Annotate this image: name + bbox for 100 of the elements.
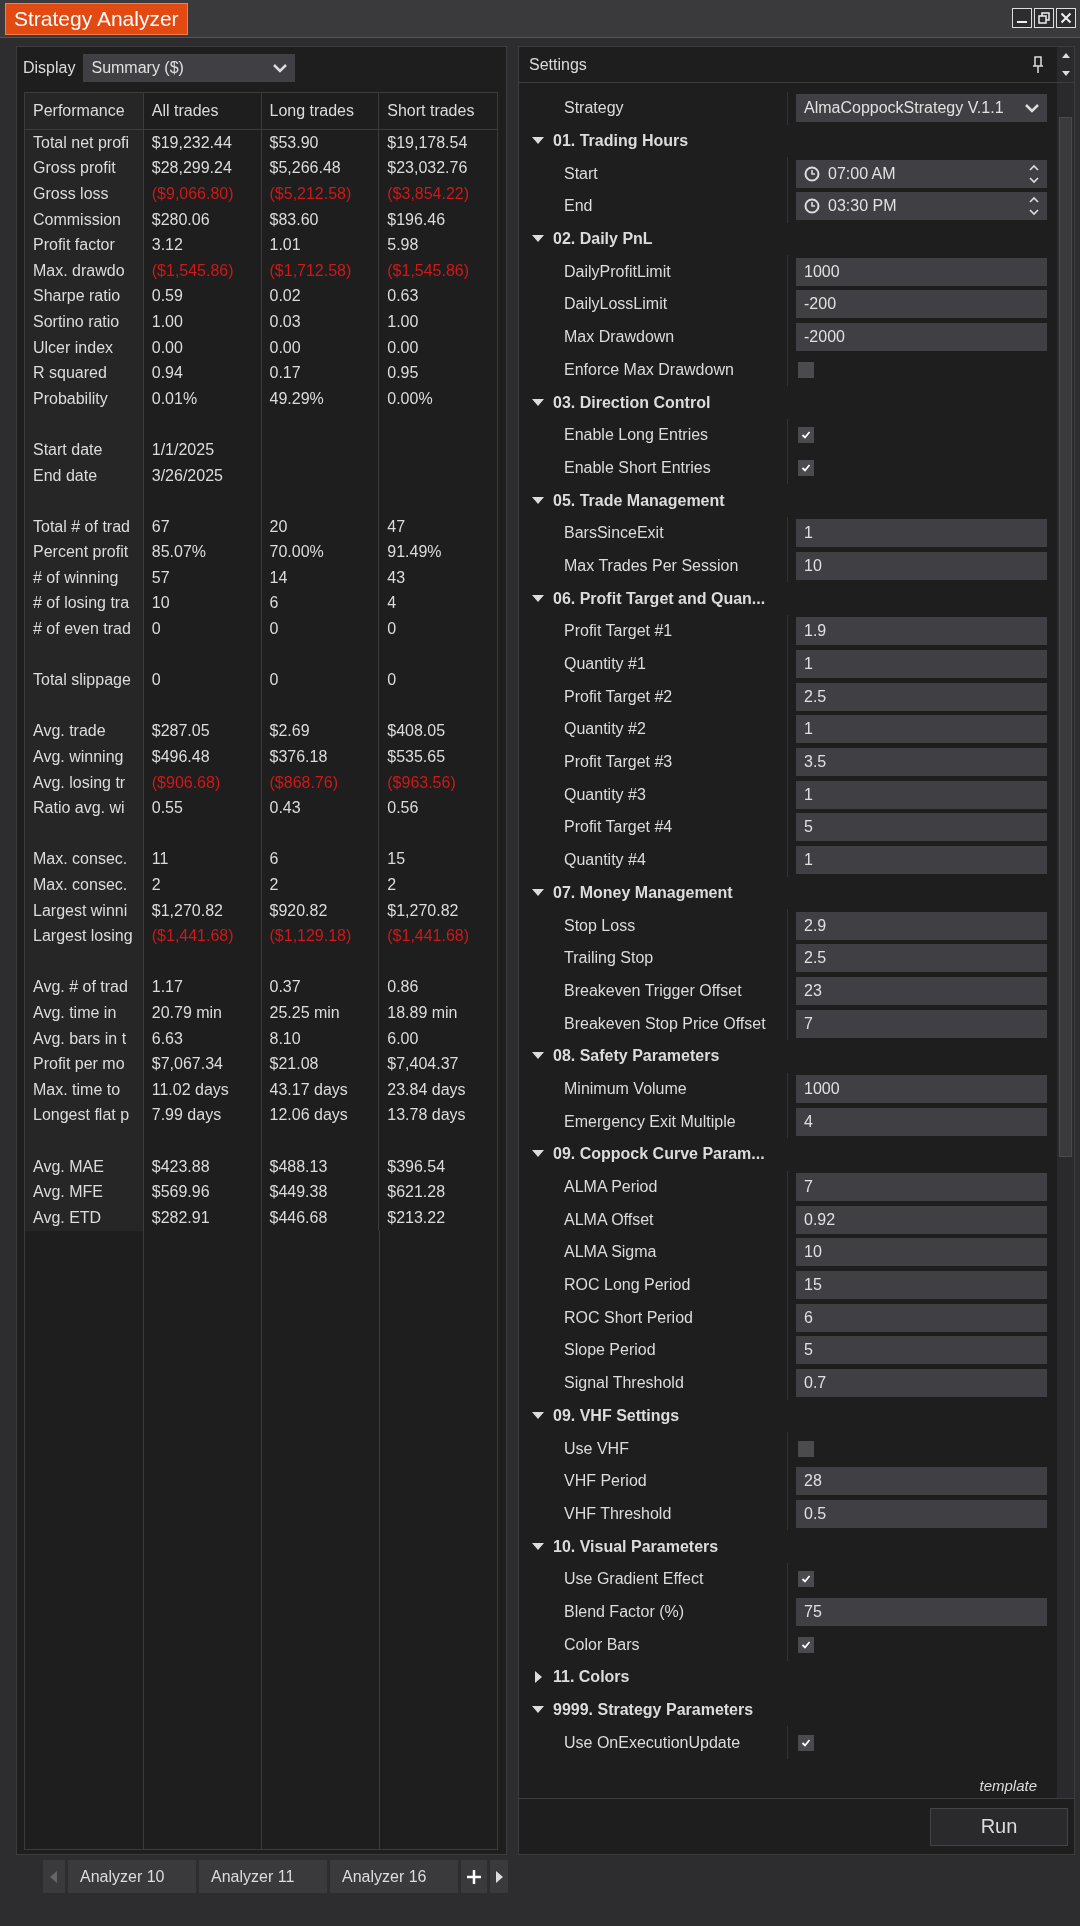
pin-icon[interactable]	[1033, 55, 1043, 74]
input-field[interactable]: -2000	[796, 323, 1047, 352]
input-field[interactable]: 0.7	[796, 1369, 1047, 1398]
input-field[interactable]: 1000	[796, 257, 1047, 286]
input-field[interactable]: 5	[796, 813, 1047, 842]
spinner-icon[interactable]	[1029, 195, 1039, 218]
table-cell: 57	[143, 565, 262, 591]
category-header[interactable]: 9999. Strategy Parameters	[553, 1701, 754, 1720]
category-header[interactable]: 03. Direction Control	[553, 393, 711, 412]
checkbox[interactable]	[798, 1571, 814, 1588]
category-header[interactable]: 05. Trade Management	[553, 491, 725, 510]
input-field[interactable]: 2.5	[796, 682, 1047, 711]
input-field[interactable]: 1.9	[796, 617, 1047, 646]
table-cell: $920.82	[261, 897, 380, 924]
scrollbar[interactable]	[1057, 83, 1074, 1798]
table-cell: 0.00	[261, 334, 380, 361]
input-field[interactable]: 10	[796, 551, 1047, 580]
display-dropdown[interactable]: Summary ($)	[83, 54, 296, 82]
scroll-up-icon[interactable]	[1060, 52, 1071, 60]
row-label: Total net profi	[25, 130, 144, 156]
analyzer-tab[interactable]: Analyzer 10	[68, 1860, 196, 1893]
input-field[interactable]: 1	[796, 519, 1047, 548]
input-field[interactable]: 28	[796, 1467, 1047, 1496]
checkbox[interactable]	[798, 427, 814, 444]
row-label: Largest winni	[25, 897, 144, 924]
input-field[interactable]: 1	[796, 650, 1047, 679]
table-cell: 20.79 min	[143, 1000, 262, 1026]
category-header[interactable]: 07. Money Management	[553, 883, 733, 902]
category-header[interactable]: 09. Coppock Curve Param...	[553, 1145, 765, 1164]
category-header[interactable]: 08. Safety Parameters	[553, 1047, 720, 1066]
table-cell: ($9,066.80)	[143, 181, 262, 207]
strategy-dropdown[interactable]: AlmaCoppockStrategy V.1.1	[796, 94, 1047, 123]
row-label: Ratio avg. wi	[25, 795, 144, 822]
input-field[interactable]: 0.5	[796, 1499, 1047, 1528]
table-cell-text: 0.00%	[386, 388, 434, 409]
input-field[interactable]: -200	[796, 290, 1047, 319]
checkbox[interactable]	[798, 1440, 814, 1457]
property-label: ROC Short Period	[564, 1308, 693, 1327]
input-field[interactable]: 23	[796, 976, 1047, 1005]
input-field[interactable]: 0.92	[796, 1205, 1047, 1234]
category-header[interactable]: 02. Daily PnL	[553, 230, 653, 249]
input-field[interactable]: 4	[796, 1107, 1047, 1136]
time-field[interactable]: 07:00 AM	[796, 159, 1047, 188]
row-label: Avg. ETD	[25, 1204, 144, 1231]
input-field[interactable]: 7	[796, 1009, 1047, 1038]
input-field[interactable]: 1000	[796, 1074, 1047, 1103]
input-field[interactable]: 7	[796, 1173, 1047, 1202]
table-cell-text: $19,178.54	[386, 132, 469, 153]
input-field[interactable]: 5	[796, 1336, 1047, 1365]
category-header[interactable]: 06. Profit Target and Quan...	[553, 589, 766, 608]
run-button[interactable]: Run	[930, 1807, 1068, 1846]
category-header[interactable]: 10. Visual Parameters	[553, 1537, 719, 1556]
spinner-icon[interactable]	[1029, 162, 1039, 185]
input-field[interactable]: 10	[796, 1238, 1047, 1267]
checkbox[interactable]	[798, 1734, 814, 1751]
scroll-right-icon[interactable]	[490, 1860, 508, 1893]
input-field[interactable]: 2.5	[796, 944, 1047, 973]
row-label: # of losing tra	[25, 590, 144, 617]
minimize-button[interactable]	[1012, 8, 1032, 28]
close-button[interactable]	[1056, 8, 1076, 28]
property-label: VHF Period	[564, 1472, 647, 1491]
input-field[interactable]: 3.5	[796, 748, 1047, 777]
add-tab-icon[interactable]	[461, 1860, 487, 1893]
input-field[interactable]: 1	[796, 780, 1047, 809]
property-label: Quantity #2	[564, 720, 646, 739]
table-cell: 2	[261, 872, 380, 898]
row-label: End date	[25, 462, 144, 489]
property-label: ROC Long Period	[564, 1276, 691, 1295]
analyzer-tab[interactable]: Analyzer 16	[330, 1860, 458, 1893]
table-cell: 0.17	[261, 360, 380, 386]
input-field[interactable]: 6	[796, 1303, 1047, 1332]
input-field[interactable]: 1	[796, 846, 1047, 875]
property-label: Profit Target #4	[564, 818, 673, 837]
property-label: BarsSinceExit	[564, 524, 664, 543]
window-title: Strategy Analyzer	[5, 3, 188, 35]
scroll-down-icon[interactable]	[1060, 69, 1071, 77]
table-cell: 25.25 min	[261, 1000, 380, 1026]
table-cell-text: 6.00	[386, 1028, 420, 1049]
analyzer-tab[interactable]: Analyzer 11	[199, 1860, 327, 1893]
category-header[interactable]: 11. Colors	[553, 1668, 630, 1687]
category-header[interactable]: 01. Trading Hours	[553, 132, 689, 151]
time-field[interactable]: 03:30 PM	[796, 192, 1047, 221]
input-field[interactable]: 15	[796, 1271, 1047, 1300]
input-field[interactable]: 75	[796, 1597, 1047, 1626]
table-cell-text: $621.28	[386, 1182, 447, 1203]
table-cell-text: 1.00	[386, 311, 420, 332]
row-label: Profit factor	[25, 232, 144, 258]
table-cell: 1.00	[143, 309, 262, 335]
row-label: Sharpe ratio	[25, 283, 144, 310]
checkbox[interactable]	[798, 459, 814, 476]
row-label: Longest flat p	[25, 1102, 144, 1129]
restore-button[interactable]	[1034, 8, 1054, 28]
category-header[interactable]: 09. VHF Settings	[553, 1406, 680, 1425]
input-field[interactable]: 1	[796, 715, 1047, 744]
input-field[interactable]: 2.9	[796, 911, 1047, 940]
property-label: ALMA Offset	[564, 1210, 654, 1229]
table-cell-text: $213.22	[386, 1207, 447, 1228]
checkbox[interactable]	[798, 1636, 814, 1653]
checkbox[interactable]	[798, 361, 814, 378]
table-cell: $446.68	[261, 1204, 380, 1231]
